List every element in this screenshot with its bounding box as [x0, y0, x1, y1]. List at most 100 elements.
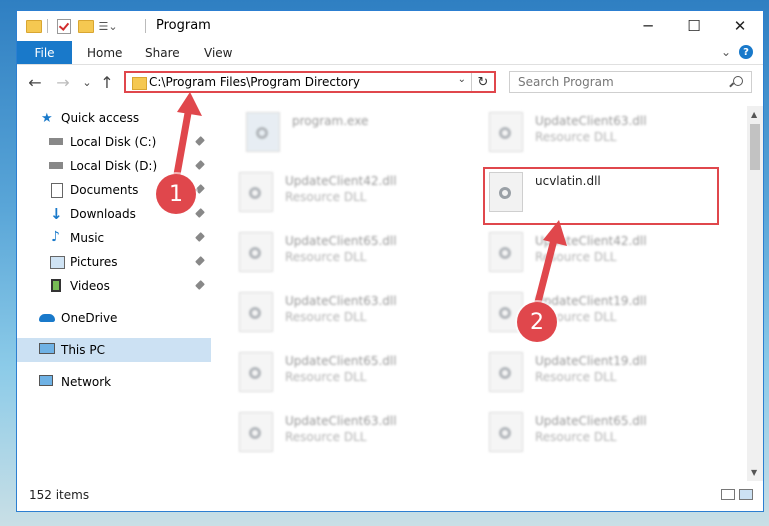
- address-bar[interactable]: C:\Program Files\Program Directory ⌄ ↻: [124, 71, 496, 93]
- dll-file-icon: [489, 232, 523, 272]
- tab-home[interactable]: Home: [87, 41, 122, 64]
- pin-icon[interactable]: [195, 256, 205, 266]
- sidebar-item-pictures[interactable]: Pictures: [17, 250, 211, 274]
- file-type: Resource DLL: [285, 190, 367, 204]
- scroll-down-icon[interactable]: ▼: [751, 468, 757, 477]
- file-item[interactable]: UpdateClient63.dll Resource DLL: [239, 412, 469, 462]
- scrollbar-thumb[interactable]: [750, 124, 760, 170]
- file-item[interactable]: UpdateClient65.dll Resource DLL: [239, 352, 469, 402]
- close-button[interactable]: ✕: [717, 11, 763, 41]
- pin-icon[interactable]: [195, 136, 205, 146]
- file-type: Resource DLL: [535, 130, 617, 144]
- folder-icon[interactable]: [25, 17, 43, 35]
- sidebar-item-label: Network: [61, 375, 112, 389]
- scroll-up-icon[interactable]: ▲: [751, 110, 757, 119]
- address-dropdown-icon[interactable]: ⌄: [458, 74, 466, 85]
- expand-ribbon-chevron-icon[interactable]: ⌄: [721, 45, 731, 59]
- sidebar-item-music[interactable]: ♪ Music: [17, 226, 211, 250]
- pin-icon[interactable]: [195, 280, 205, 290]
- pin-icon[interactable]: [195, 184, 205, 194]
- dll-file-icon: [239, 352, 273, 392]
- file-item[interactable]: UpdateClient65.dll Resource DLL: [239, 232, 469, 282]
- dll-file-icon: [239, 412, 273, 452]
- file-item[interactable]: program.exe: [246, 112, 476, 162]
- download-arrow-icon: ↓: [50, 205, 63, 223]
- sidebar-item-label: Videos: [70, 279, 110, 293]
- monitor-icon: [39, 343, 55, 354]
- sidebar-item-videos[interactable]: Videos: [17, 274, 211, 298]
- forward-arrow-icon[interactable]: →: [53, 72, 73, 92]
- dll-file-icon: [489, 352, 523, 392]
- file-type: Resource DLL: [285, 370, 367, 384]
- vertical-scrollbar[interactable]: ▲ ▼: [747, 106, 763, 481]
- exe-file-icon: [246, 112, 280, 152]
- file-name: UpdateClient63.dll: [285, 414, 397, 428]
- details-view-icon[interactable]: [721, 489, 735, 500]
- video-film-icon: [51, 279, 61, 292]
- pin-icon[interactable]: [195, 208, 205, 218]
- help-icon[interactable]: ?: [739, 45, 753, 59]
- sidebar-item-onedrive[interactable]: OneDrive: [17, 306, 211, 330]
- properties-check-icon[interactable]: [55, 17, 73, 35]
- pictures-icon: [50, 256, 65, 269]
- search-input[interactable]: Search Program: [509, 71, 752, 93]
- file-type: Resource DLL: [285, 310, 367, 324]
- file-name: UpdateClient19.dll: [535, 294, 647, 308]
- sidebar-item-label: Local Disk (D:): [70, 159, 158, 173]
- dll-file-icon: [239, 292, 273, 332]
- sidebar-item-quick-access[interactable]: ★ Quick access: [17, 106, 211, 130]
- sidebar-item-label: Music: [70, 231, 105, 245]
- file-name: UpdateClient65.dll: [535, 414, 647, 428]
- file-item[interactable]: UpdateClient19.dll Resource DLL: [489, 352, 719, 402]
- file-type: Resource DLL: [535, 430, 617, 444]
- tab-file[interactable]: File: [17, 41, 72, 64]
- file-item[interactable]: UpdateClient63.dll Resource DLL: [239, 292, 469, 342]
- address-path[interactable]: C:\Program Files\Program Directory: [149, 75, 360, 89]
- dll-file-icon: [489, 112, 523, 152]
- up-arrow-icon[interactable]: ↑: [97, 72, 117, 92]
- file-name: UpdateClient63.dll: [535, 114, 647, 128]
- folder-icon: [132, 77, 147, 90]
- file-type: Resource DLL: [535, 370, 617, 384]
- file-name: UpdateClient65.dll: [285, 354, 397, 368]
- refresh-icon[interactable]: ↻: [471, 73, 494, 91]
- file-name: UpdateClient19.dll: [535, 354, 647, 368]
- pin-icon[interactable]: [195, 232, 205, 242]
- sidebar-item-network[interactable]: Network: [17, 370, 211, 394]
- ribbon-tabs: File Home Share View ⌄ ?: [17, 41, 763, 65]
- new-folder-icon[interactable]: [77, 17, 95, 35]
- pin-icon[interactable]: [195, 160, 205, 170]
- file-name: UpdateClient63.dll: [285, 294, 397, 308]
- drive-icon: [49, 138, 63, 145]
- window-title: Program: [156, 18, 211, 33]
- sidebar-item-label: Quick access: [61, 111, 140, 125]
- customize-quick-access-icon[interactable]: ☰⌄: [98, 17, 117, 35]
- sidebar-item-local-disk-c[interactable]: Local Disk (C:): [17, 130, 211, 154]
- drive-icon: [49, 162, 63, 169]
- cloud-icon: [39, 314, 55, 322]
- sidebar-item-label: OneDrive: [61, 311, 118, 325]
- explorer-window: ☰⌄ Program ─ ☐ ✕ File Home Share View ⌄ …: [16, 10, 764, 512]
- file-item[interactable]: UpdateClient42.dll Resource DLL: [489, 232, 719, 282]
- minimize-button[interactable]: ─: [625, 11, 671, 41]
- tab-share[interactable]: Share: [145, 41, 180, 64]
- maximize-button[interactable]: ☐: [671, 11, 717, 41]
- highlight-box: [483, 167, 719, 225]
- sidebar-item-this-pc[interactable]: This PC: [17, 338, 211, 362]
- status-bar: 152 items: [17, 481, 763, 511]
- file-item[interactable]: UpdateClient65.dll Resource DLL: [489, 412, 719, 462]
- separator: [47, 19, 48, 33]
- separator: [145, 19, 146, 33]
- sidebar-item-label: Local Disk (C:): [70, 135, 157, 149]
- recent-locations-icon[interactable]: ⌄: [77, 72, 97, 92]
- large-icons-view-icon[interactable]: [739, 489, 753, 500]
- file-item[interactable]: UpdateClient63.dll Resource DLL: [489, 112, 719, 162]
- file-type: Resource DLL: [285, 430, 367, 444]
- file-item[interactable]: UpdateClient42.dll Resource DLL: [239, 172, 469, 222]
- navigation-pane: ★ Quick access Local Disk (C:) Local Dis…: [17, 106, 211, 481]
- tab-view[interactable]: View: [204, 41, 232, 64]
- search-icon[interactable]: [733, 76, 743, 86]
- sidebar-item-label: Pictures: [70, 255, 118, 269]
- sidebar-item-label: Documents: [70, 183, 139, 197]
- back-arrow-icon[interactable]: ←: [25, 72, 45, 92]
